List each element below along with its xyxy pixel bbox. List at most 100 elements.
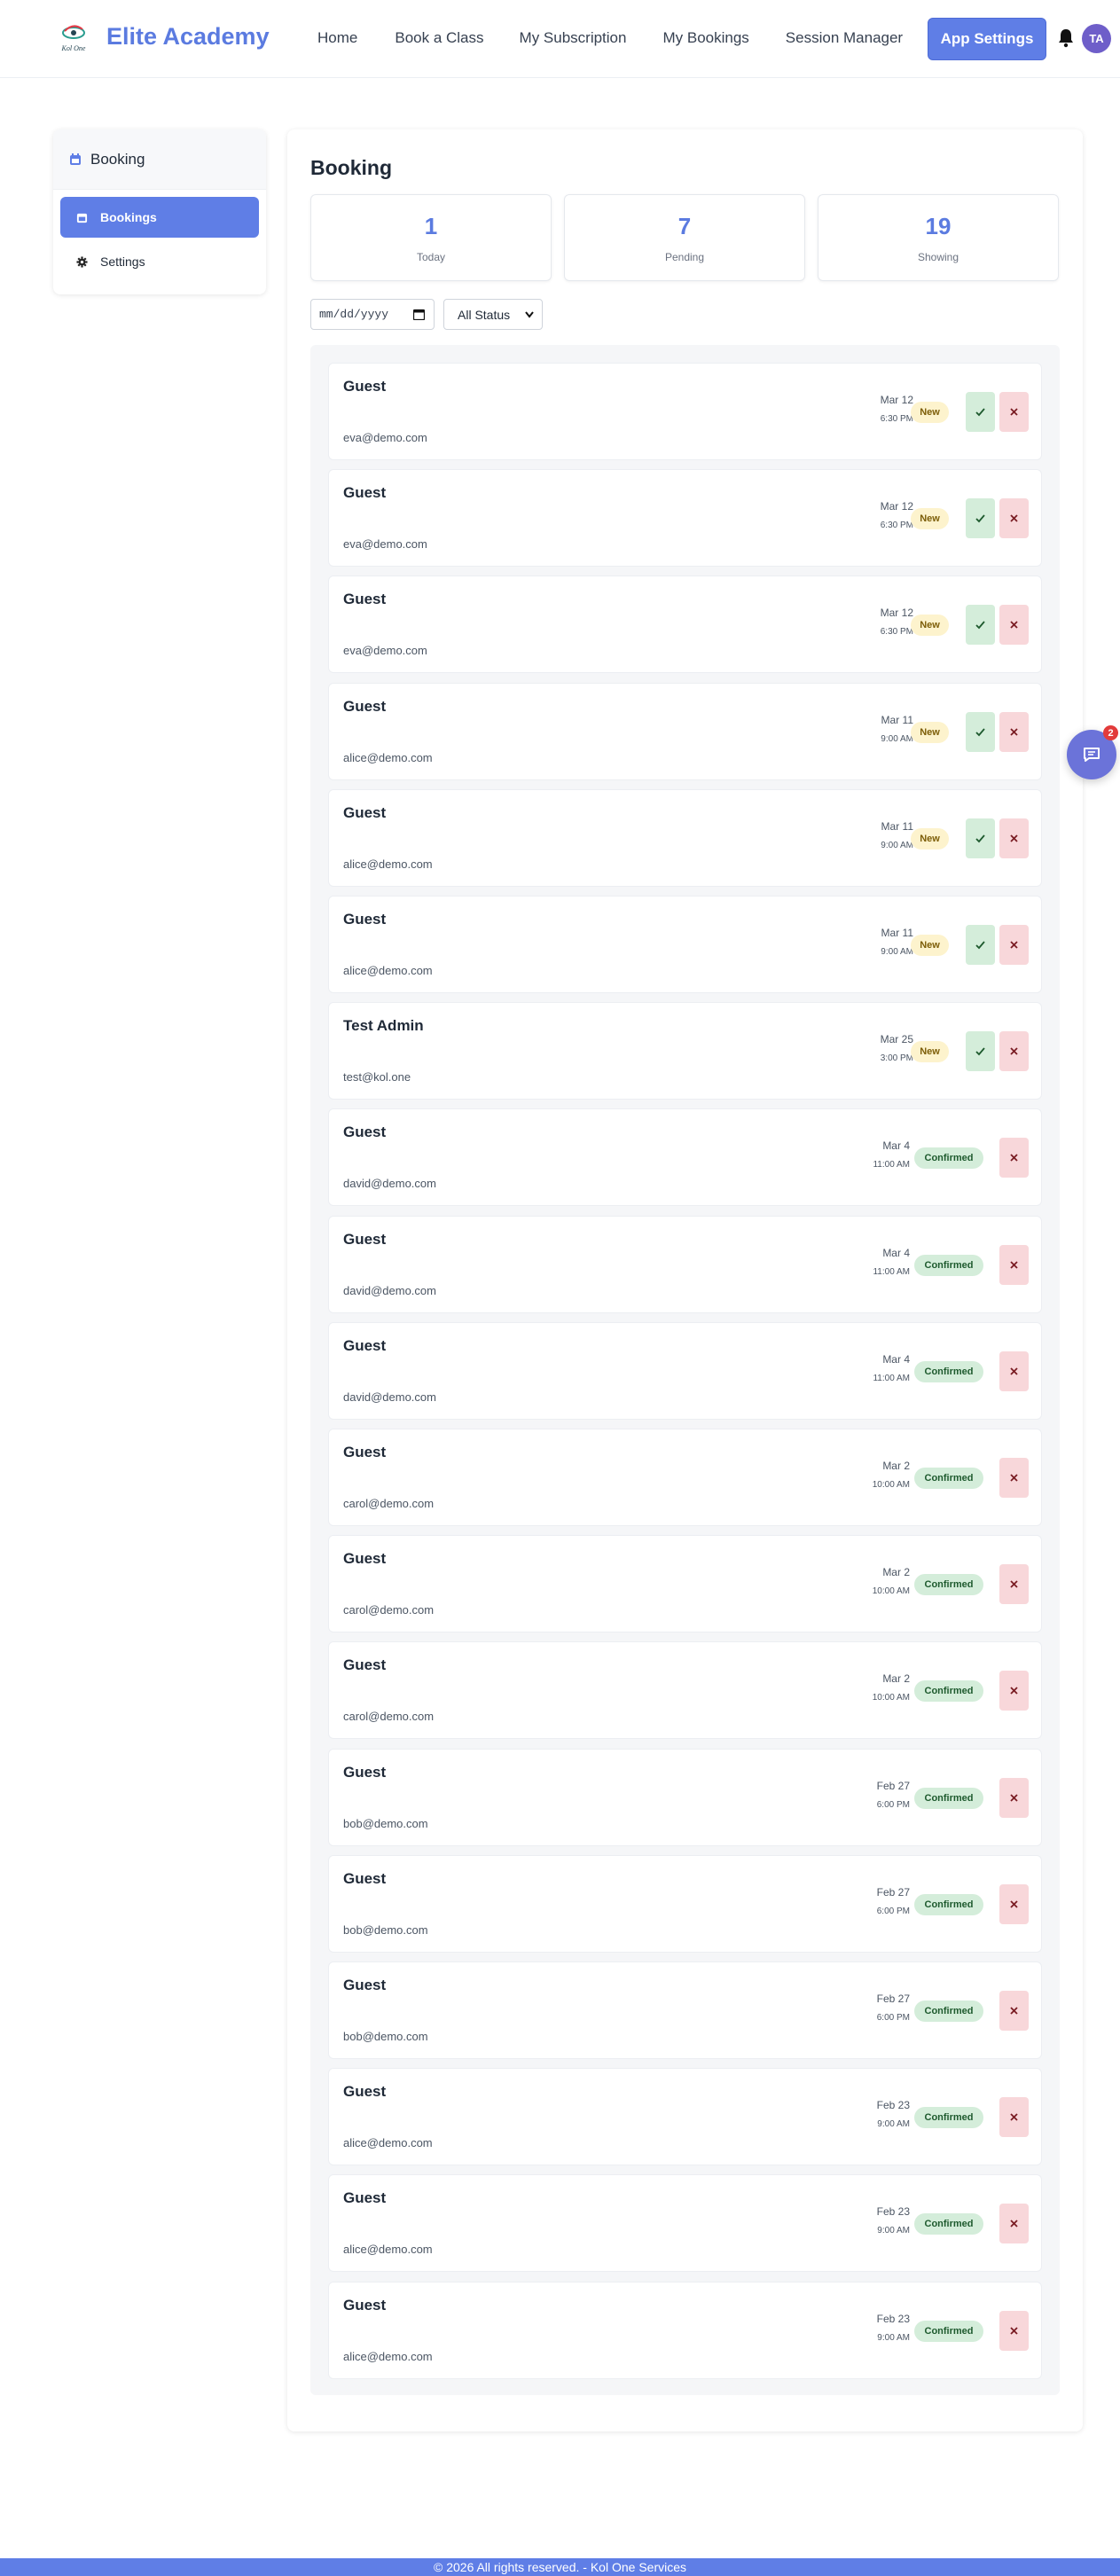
- booking-date: Feb 23: [876, 2099, 910, 2112]
- status-badge: Confirmed: [914, 1254, 983, 1276]
- nav-my-subscription[interactable]: My Subscription: [520, 29, 627, 47]
- cancel-button[interactable]: [999, 1883, 1029, 1924]
- cancel-button[interactable]: [999, 1458, 1029, 1498]
- confirm-button[interactable]: [966, 818, 995, 858]
- confirm-button[interactable]: [966, 605, 995, 646]
- booking-email: carol@demo.com: [343, 1710, 435, 1724]
- booking-time: 9:00 AM: [881, 840, 913, 850]
- stat-value: 1: [424, 213, 438, 239]
- booking-card[interactable]: Guest carol@demo.com Mar 2 10:00 AM Confirme…: [328, 1641, 1042, 1740]
- booking-date: Mar 11: [881, 819, 913, 833]
- booking-time: 6:00 PM: [876, 1906, 910, 1916]
- cancel-button[interactable]: [999, 1671, 1029, 1711]
- status-badge: Confirmed: [914, 1893, 983, 1915]
- booking-card[interactable]: Guest alice@demo.com Mar 11 9:00 AM New: [328, 896, 1042, 993]
- status-badge: Confirmed: [914, 2001, 983, 2022]
- booking-email: eva@demo.com: [343, 644, 427, 658]
- booking-card[interactable]: Guest alice@demo.com Mar 11 9:00 AM New: [328, 788, 1042, 887]
- cancel-button[interactable]: [999, 1564, 1029, 1605]
- cancel-button[interactable]: [999, 1991, 1029, 2031]
- booking-card[interactable]: Guest carol@demo.com Mar 2 10:00 AM Confirme…: [328, 1429, 1042, 1526]
- booking-card[interactable]: Guest bob@demo.com Feb 27 6:00 PM Confirmed: [328, 1854, 1042, 1953]
- booking-card[interactable]: Guest david@demo.com Mar 4 11:00 AM Confirme…: [328, 1108, 1042, 1207]
- date-filter-input[interactable]: mm/dd/yyyy: [310, 299, 435, 330]
- close-icon: [1010, 2326, 1018, 2335]
- nav-my-bookings[interactable]: My Bookings: [662, 29, 748, 47]
- app-settings-button[interactable]: App Settings: [928, 18, 1046, 60]
- booking-card[interactable]: Guest david@demo.com Mar 4 11:00 AM Confirme…: [328, 1321, 1042, 1420]
- booking-card[interactable]: Guest eva@demo.com Mar 12 6:30 PM New: [328, 575, 1042, 674]
- brand-name[interactable]: Elite Academy: [106, 23, 270, 51]
- status-badge: New: [911, 615, 949, 637]
- booking-date: Mar 11: [881, 927, 913, 939]
- status-badge: New: [911, 402, 949, 423]
- reject-button[interactable]: [999, 1031, 1029, 1072]
- reject-button[interactable]: [999, 818, 1029, 858]
- sidebar-item-settings[interactable]: Settings: [60, 241, 259, 282]
- cancel-button[interactable]: [999, 2097, 1029, 2138]
- booking-list: Guest eva@demo.com Mar 12 6:30 PM New Guest ev…: [310, 345, 1060, 2395]
- booking-time: 10:00 AM: [872, 1693, 910, 1703]
- cancel-button[interactable]: [999, 1777, 1029, 1818]
- nav-session-manager[interactable]: Session Manager: [786, 29, 903, 47]
- booking-card[interactable]: Guest eva@demo.com Mar 12 6:30 PM New: [328, 363, 1042, 460]
- confirm-button[interactable]: [966, 392, 995, 432]
- stat-label: Today: [416, 251, 446, 263]
- stat-label: Showing: [917, 251, 959, 263]
- booking-email: alice@demo.com: [343, 964, 433, 977]
- booking-time: 6:30 PM: [880, 627, 913, 638]
- status-filter-select[interactable]: All Status: [443, 299, 543, 330]
- booking-time: 9:00 AM: [877, 2332, 910, 2343]
- booking-date: Mar 12: [880, 500, 913, 513]
- close-icon: [1010, 1900, 1018, 1908]
- booking-email: alice@demo.com: [343, 750, 433, 764]
- cancel-button[interactable]: [999, 2310, 1029, 2351]
- booking-card[interactable]: Guest eva@demo.com Mar 12 6:30 PM New: [328, 469, 1042, 568]
- calendar-icon[interactable]: [413, 309, 425, 320]
- booking-time: 11:00 AM: [873, 1160, 910, 1171]
- booking-date: Mar 2: [882, 1566, 910, 1579]
- booking-time: 9:00 AM: [877, 2119, 910, 2130]
- confirm-button[interactable]: [966, 498, 995, 539]
- bell-icon[interactable]: [1057, 28, 1075, 48]
- booking-card[interactable]: Guest carol@demo.com Mar 2 10:00 AM Confirme…: [328, 1535, 1042, 1633]
- cancel-button[interactable]: [999, 1244, 1029, 1285]
- confirm-button[interactable]: [966, 925, 995, 965]
- booking-email: bob@demo.com: [343, 1922, 428, 1937]
- nav-home[interactable]: Home: [317, 29, 357, 47]
- check-icon: [975, 621, 985, 630]
- cancel-button[interactable]: [999, 1351, 1029, 1391]
- cancel-button[interactable]: [999, 2204, 1029, 2244]
- booking-card[interactable]: Guest bob@demo.com Feb 27 6:00 PM Confirmed: [328, 1748, 1042, 1846]
- close-icon: [1010, 1260, 1018, 1269]
- booking-card[interactable]: Guest alice@demo.com Feb 23 9:00 AM Confirme…: [328, 2174, 1042, 2273]
- booking-name: Guest: [343, 803, 387, 821]
- booking-date: Feb 27: [876, 1993, 910, 2005]
- booking-name: Guest: [343, 591, 387, 608]
- booking-card[interactable]: Guest alice@demo.com Feb 23 9:00 AM Confirme…: [328, 2068, 1042, 2166]
- booking-card[interactable]: Guest alice@demo.com Mar 11 9:00 AM New: [328, 682, 1042, 780]
- booking-date: Mar 12: [880, 607, 913, 620]
- user-avatar[interactable]: TA: [1082, 24, 1111, 53]
- reject-button[interactable]: [999, 711, 1029, 752]
- reject-button[interactable]: [999, 498, 1029, 539]
- reject-button[interactable]: [999, 392, 1029, 432]
- booking-card[interactable]: Guest alice@demo.com Feb 23 9:00 AM Confirme…: [328, 2281, 1042, 2379]
- top-navbar: Kol One Elite Academy Home Book a Class …: [0, 0, 1120, 78]
- confirm-button[interactable]: [966, 1031, 995, 1072]
- booking-card[interactable]: Guest david@demo.com Mar 4 11:00 AM Confirme…: [328, 1215, 1042, 1313]
- booking-card[interactable]: Guest bob@demo.com Feb 27 6:00 PM Confirmed: [328, 1961, 1042, 2059]
- check-icon: [975, 1047, 985, 1056]
- brand-logo[interactable]: Kol One: [53, 19, 94, 59]
- status-badge: Confirmed: [914, 1680, 983, 1703]
- booking-time: 11:00 AM: [873, 1266, 910, 1277]
- cancel-button[interactable]: [999, 1138, 1029, 1178]
- sidebar-item-bookings[interactable]: Bookings: [60, 197, 259, 238]
- booking-name: Guest: [343, 697, 387, 715]
- confirm-button[interactable]: [966, 711, 995, 752]
- reject-button[interactable]: [999, 925, 1029, 965]
- reject-button[interactable]: [999, 605, 1029, 646]
- nav-book-a-class[interactable]: Book a Class: [395, 29, 483, 47]
- booking-card[interactable]: Test Admin test@kol.one Mar 25 3:00 PM New: [328, 1002, 1042, 1100]
- sidebar-title: Booking: [90, 150, 145, 168]
